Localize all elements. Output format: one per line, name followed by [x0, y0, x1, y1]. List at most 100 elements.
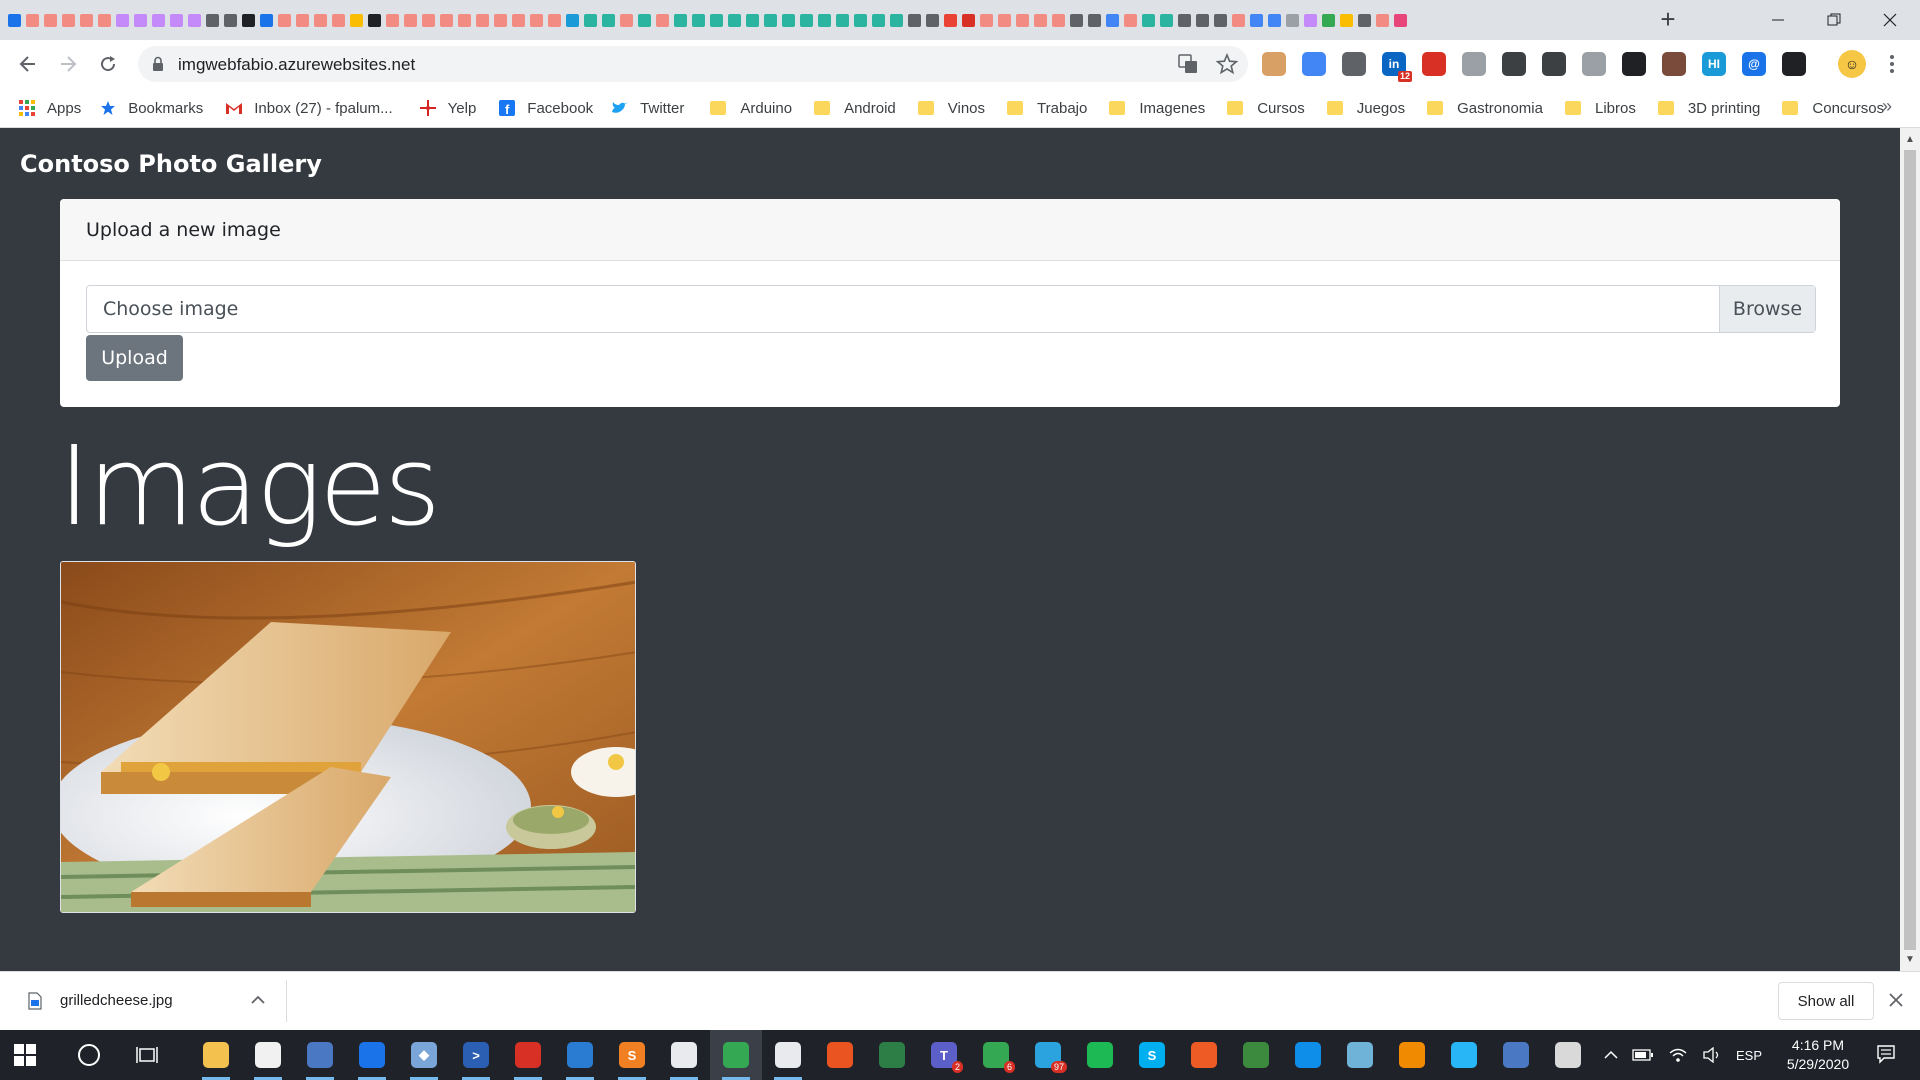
- taskbar-app[interactable]: S: [1126, 1030, 1178, 1080]
- wifi-icon[interactable]: [1668, 1047, 1688, 1063]
- url-text[interactable]: imgwebfabio.azurewebsites.net: [178, 55, 415, 75]
- bookmark-imagenes[interactable]: Imagenes: [1109, 88, 1205, 128]
- download-filename[interactable]: grilledcheese.jpg: [60, 992, 173, 1009]
- tab-favicon[interactable]: [168, 6, 184, 34]
- tab-favicon[interactable]: [510, 6, 526, 34]
- camera-extension-icon[interactable]: [1582, 52, 1606, 76]
- bookmark-trabajo[interactable]: Trabajo: [1007, 88, 1087, 128]
- tab-favicon[interactable]: [474, 6, 490, 34]
- tab-favicon[interactable]: [762, 6, 778, 34]
- tab-favicon[interactable]: [1104, 6, 1120, 34]
- reload-button[interactable]: [92, 48, 124, 80]
- file-input[interactable]: Choose image Browse: [86, 285, 1816, 333]
- bookmark-gastronomia[interactable]: Gastronomia: [1427, 88, 1543, 128]
- tab-favicon[interactable]: [636, 6, 652, 34]
- linkedin-extension-icon[interactable]: in 12: [1382, 52, 1412, 82]
- bookmarks-overflow-button[interactable]: »: [1882, 96, 1892, 117]
- tab-favicon[interactable]: [1122, 6, 1138, 34]
- glasses-extension-icon[interactable]: [1622, 52, 1646, 76]
- taskbar-app[interactable]: [1074, 1030, 1126, 1080]
- tab-favicon[interactable]: [492, 6, 508, 34]
- menu-kebab-icon[interactable]: [1884, 52, 1900, 76]
- bookmark-bookmarks[interactable]: Bookmarks: [99, 88, 203, 128]
- tab-favicon[interactable]: [384, 6, 400, 34]
- search-icon[interactable]: [78, 1044, 100, 1066]
- tab-favicon[interactable]: [186, 6, 202, 34]
- bookmark-libros[interactable]: Libros: [1564, 88, 1636, 128]
- minimize-button[interactable]: [1750, 0, 1806, 40]
- bookmark-vinos[interactable]: Vinos: [917, 88, 985, 128]
- tab-favicon[interactable]: [798, 6, 814, 34]
- taskbar-app[interactable]: [1438, 1030, 1490, 1080]
- tab-favicon[interactable]: [960, 6, 976, 34]
- taskbar-app[interactable]: >: [450, 1030, 502, 1080]
- face-extension-icon[interactable]: [1262, 52, 1286, 76]
- back-button[interactable]: [12, 48, 44, 80]
- system-clock[interactable]: 4:16 PM 5/29/2020: [1770, 1036, 1866, 1074]
- hi-extension-icon[interactable]: HI: [1702, 52, 1726, 76]
- tab-favicon[interactable]: [906, 6, 922, 34]
- tab-favicon[interactable]: [1068, 6, 1084, 34]
- tab-favicon[interactable]: [978, 6, 994, 34]
- tab-favicon[interactable]: [1086, 6, 1102, 34]
- taskbar-app[interactable]: [866, 1030, 918, 1080]
- page-scrollbar[interactable]: ▲ ▼: [1900, 128, 1920, 971]
- tab-favicon[interactable]: [852, 6, 868, 34]
- bookmark-android[interactable]: Android: [814, 88, 896, 128]
- volume-icon[interactable]: [1702, 1047, 1722, 1063]
- tab-favicon[interactable]: [150, 6, 166, 34]
- tab-favicon[interactable]: [1392, 6, 1408, 34]
- tab-favicon[interactable]: [114, 6, 130, 34]
- tab-favicon[interactable]: [582, 6, 598, 34]
- tab-favicon[interactable]: [834, 6, 850, 34]
- tab-favicon[interactable]: [564, 6, 580, 34]
- forward-button[interactable]: [52, 48, 84, 80]
- tab-favicon[interactable]: [420, 6, 436, 34]
- taskbar-app[interactable]: [502, 1030, 554, 1080]
- taskbar-app[interactable]: S: [606, 1030, 658, 1080]
- bookmark-arduino[interactable]: Arduino: [710, 88, 792, 128]
- tab-favicon[interactable]: [546, 6, 562, 34]
- taskbar-app[interactable]: [1542, 1030, 1594, 1080]
- bookmark-star-icon[interactable]: [1216, 53, 1238, 75]
- show-all-button[interactable]: Show all: [1778, 982, 1874, 1020]
- shield-extension-icon[interactable]: [1502, 52, 1526, 76]
- taskbar-app[interactable]: [1230, 1030, 1282, 1080]
- tab-favicon[interactable]: [870, 6, 886, 34]
- tab-favicon[interactable]: [1302, 6, 1318, 34]
- tab-favicon[interactable]: [330, 6, 346, 34]
- tab-favicon[interactable]: [996, 6, 1012, 34]
- bookmark-twitter[interactable]: Twitter: [611, 88, 684, 128]
- maps-pin-extension-icon[interactable]: [1422, 52, 1446, 76]
- taskbar-app[interactable]: [1386, 1030, 1438, 1080]
- tab-favicon[interactable]: [1050, 6, 1066, 34]
- tab-favicon[interactable]: [222, 6, 238, 34]
- taskbar-app[interactable]: [1490, 1030, 1542, 1080]
- site-brand[interactable]: Contoso Photo Gallery: [20, 150, 322, 178]
- close-window-button[interactable]: [1862, 0, 1918, 40]
- input-language[interactable]: ESP: [1736, 1048, 1762, 1063]
- tab-favicon[interactable]: [1194, 6, 1210, 34]
- tab-favicon[interactable]: [312, 6, 328, 34]
- battery-icon[interactable]: [1632, 1049, 1654, 1061]
- tab-favicon[interactable]: [1230, 6, 1246, 34]
- tab-favicon[interactable]: [6, 6, 22, 34]
- tab-favicon[interactable]: [942, 6, 958, 34]
- scroll-thumb[interactable]: [1904, 150, 1916, 950]
- bookmark-apps[interactable]: Apps: [18, 88, 81, 128]
- taskbar-app[interactable]: [1282, 1030, 1334, 1080]
- tab-favicon[interactable]: [1374, 6, 1390, 34]
- tab-favicon[interactable]: [708, 6, 724, 34]
- tab-favicon[interactable]: [1014, 6, 1030, 34]
- browse-button[interactable]: Browse: [1719, 286, 1815, 332]
- tab-favicon[interactable]: [1248, 6, 1264, 34]
- notification-center-icon[interactable]: [1876, 1044, 1896, 1064]
- drive-extension-icon[interactable]: [1342, 52, 1366, 76]
- tab-favicon[interactable]: [672, 6, 688, 34]
- tab-favicon[interactable]: [924, 6, 940, 34]
- translate-icon[interactable]: [1178, 54, 1198, 74]
- bookmark-concursos[interactable]: Concursos: [1782, 88, 1884, 128]
- lock-icon[interactable]: [152, 56, 164, 72]
- tab-favicon[interactable]: [888, 6, 904, 34]
- tab-favicon[interactable]: [690, 6, 706, 34]
